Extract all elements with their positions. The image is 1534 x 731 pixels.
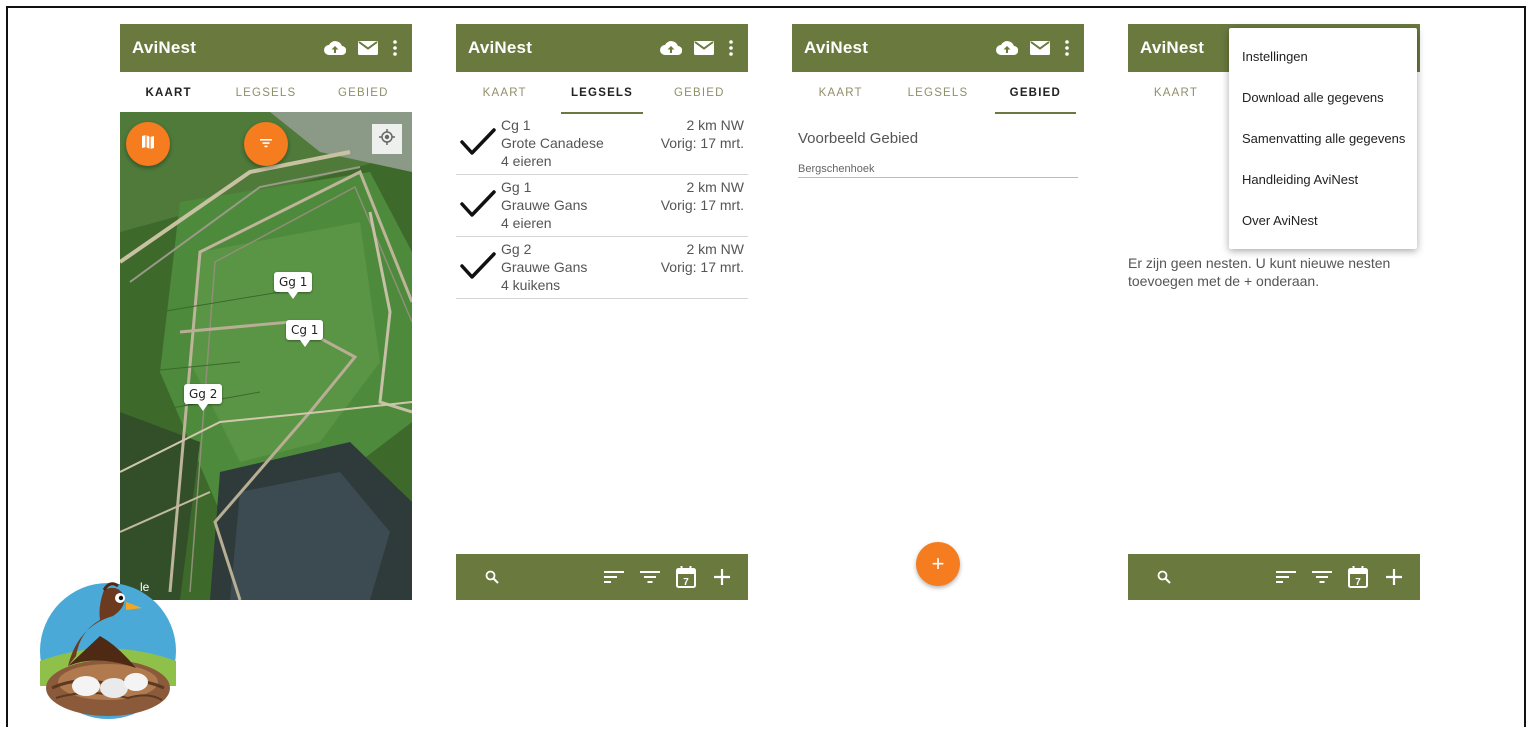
tab-kaart[interactable]: KAART	[120, 72, 217, 114]
search-icon[interactable]	[480, 565, 504, 589]
map-marker[interactable]: Gg 1	[274, 272, 313, 299]
plus-icon: +	[931, 551, 945, 576]
app-bar: AviNest	[456, 24, 748, 72]
tab-gebied[interactable]: GEBIED	[651, 72, 748, 114]
empty-state-message: Er zijn geen nesten. U kunt nieuwe neste…	[1128, 255, 1391, 289]
tab-legsels[interactable]: LEGSELS	[889, 72, 986, 114]
menu-item-handleiding[interactable]: Handleiding AviNest	[1229, 159, 1417, 200]
plus-icon[interactable]	[710, 565, 734, 589]
bottom-toolbar: 7	[1128, 554, 1420, 600]
nest-distance: 2 km NW	[686, 241, 744, 257]
map-icon	[141, 134, 155, 155]
tab-kaart[interactable]: KAART	[1128, 72, 1224, 114]
satellite-map[interactable]: Gg 1 Cg 1 Gg 2 le	[120, 112, 412, 600]
plus-icon[interactable]	[1382, 565, 1406, 589]
avinest-logo	[38, 576, 178, 726]
nest-previous: Vorig: 17 mrt.	[660, 259, 744, 275]
area-name[interactable]: Voorbeeld Gebied	[798, 130, 918, 147]
mail-icon[interactable]	[357, 37, 379, 59]
app-title: AviNest	[468, 38, 533, 57]
nest-species: Grauwe Gans	[501, 197, 588, 213]
app-title: AviNest	[804, 38, 869, 57]
area-location-field[interactable]: Bergschenhoek	[798, 163, 1078, 178]
tab-gebied[interactable]: GEBIED	[987, 72, 1084, 114]
my-location-icon	[378, 128, 396, 151]
tab-legsels[interactable]: LEGSELS	[217, 72, 314, 114]
tab-gebied[interactable]: GEBIED	[315, 72, 412, 114]
map-filter-button[interactable]	[244, 122, 288, 166]
bottom-toolbar: 7	[456, 554, 748, 600]
nest-code: Gg 2	[501, 241, 532, 257]
nest-count: 4 eieren	[501, 153, 552, 169]
nest-count: 4 eieren	[501, 215, 552, 231]
nest-previous: Vorig: 17 mrt.	[660, 135, 744, 151]
app-title: AviNest	[132, 38, 197, 57]
nest-species: Grauwe Gans	[501, 259, 588, 275]
sort-icon[interactable]	[602, 565, 626, 589]
calendar-day: 7	[1355, 577, 1361, 588]
nest-distance: 2 km NW	[686, 179, 744, 195]
nest-distance: 2 km NW	[686, 117, 744, 133]
tab-kaart[interactable]: KAART	[456, 72, 553, 114]
calendar-icon[interactable]: 7	[1346, 565, 1370, 589]
tab-kaart[interactable]: KAART	[792, 72, 889, 114]
screen-legsels: AviNest KAART LEGSELS GEBIED Cg 1 Grote …	[456, 24, 748, 600]
tab-legsels[interactable]: LEGSELS	[553, 72, 650, 114]
filter-icon[interactable]	[1310, 565, 1334, 589]
cloud-upload-icon[interactable]	[996, 37, 1018, 59]
check-icon	[460, 128, 496, 161]
list-item[interactable]: Gg 1 Grauwe Gans 4 eieren 2 km NW Vorig:…	[456, 174, 748, 237]
screen-gebied: AviNest KAART LEGSELS GEBIED Voorbeeld G…	[792, 24, 1084, 600]
calendar-icon[interactable]: 7	[674, 565, 698, 589]
search-icon[interactable]	[1152, 565, 1176, 589]
app-bar: AviNest	[120, 24, 412, 72]
menu-item-instellingen[interactable]: Instellingen	[1229, 36, 1417, 77]
list-item[interactable]: Gg 2 Grauwe Gans 4 kuikens 2 km NW Vorig…	[456, 236, 748, 299]
tab-bar: KAART LEGSELS GEBIED	[792, 72, 1084, 114]
mail-icon[interactable]	[693, 37, 715, 59]
nest-species: Grote Canadese	[501, 135, 604, 151]
cloud-upload-icon[interactable]	[324, 37, 346, 59]
my-location-button[interactable]	[372, 124, 402, 154]
add-area-button[interactable]: +	[916, 542, 960, 586]
nest-code: Cg 1	[501, 117, 531, 133]
nest-previous: Vorig: 17 mrt.	[660, 197, 744, 213]
menu-item-download[interactable]: Download alle gegevens	[1229, 77, 1417, 118]
screen-menu: AviNest KAART Er zijn geen nesten. U kun…	[1128, 24, 1420, 600]
more-vert-icon[interactable]	[390, 37, 400, 59]
map-marker[interactable]: Gg 2	[184, 384, 223, 411]
cloud-upload-icon[interactable]	[660, 37, 682, 59]
calendar-day: 7	[683, 577, 689, 588]
tab-bar: KAART LEGSELS GEBIED	[456, 72, 748, 114]
tab-bar: KAART LEGSELS GEBIED	[120, 72, 412, 114]
screen-kaart: AviNest KAART LEGSELS GEBIED Gg 1 Cg 1 G…	[120, 24, 412, 600]
nest-count: 4 kuikens	[501, 277, 561, 293]
nest-code: Gg 1	[501, 179, 532, 195]
check-icon	[460, 252, 496, 285]
check-icon	[460, 190, 496, 223]
filter-icon	[259, 135, 273, 153]
map-layers-button[interactable]	[126, 122, 170, 166]
mail-icon[interactable]	[1029, 37, 1051, 59]
overflow-menu: Instellingen Download alle gegevens Same…	[1229, 28, 1417, 249]
sort-icon[interactable]	[1274, 565, 1298, 589]
app-bar: AviNest	[792, 24, 1084, 72]
menu-item-samenvatting[interactable]: Samenvatting alle gegevens	[1229, 118, 1417, 159]
map-marker[interactable]: Cg 1	[286, 320, 324, 347]
menu-item-over[interactable]: Over AviNest	[1229, 200, 1417, 241]
list-item[interactable]: Cg 1 Grote Canadese 4 eieren 2 km NW Vor…	[456, 112, 748, 175]
more-vert-icon[interactable]	[1062, 37, 1072, 59]
more-vert-icon[interactable]	[726, 37, 736, 59]
filter-icon[interactable]	[638, 565, 662, 589]
